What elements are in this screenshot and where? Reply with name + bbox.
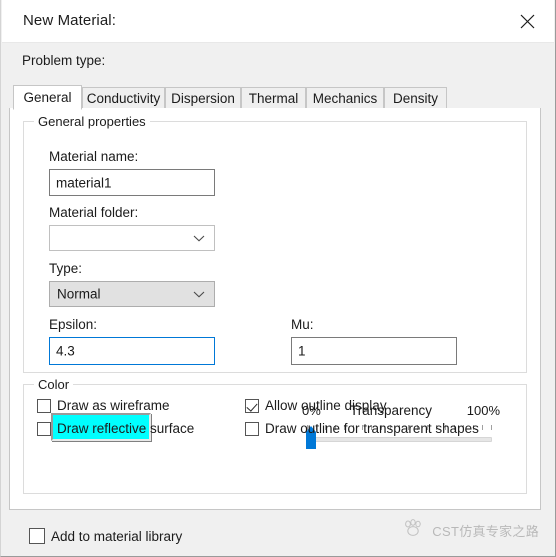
checkbox-box xyxy=(37,398,51,413)
checkbox-box xyxy=(29,528,45,544)
dialog-titlebar: New Material: xyxy=(2,0,554,43)
problem-type-row: Problem type: Default xyxy=(1,43,556,119)
epsilon-label: Epsilon: xyxy=(49,317,98,332)
material-name-value: material1 xyxy=(56,175,112,190)
close-button[interactable] xyxy=(504,0,550,42)
dialog-title: New Material: xyxy=(23,12,116,29)
checkbox-label: Add to material library xyxy=(51,528,183,544)
type-value: Normal xyxy=(57,286,101,302)
chevron-down-icon xyxy=(193,231,205,246)
tab-label: Mechanics xyxy=(312,90,378,106)
checkbox-draw-outline-transparent-shapes[interactable]: Draw outline for transparent shapes xyxy=(245,421,479,436)
tab-dispersion[interactable]: Dispersion xyxy=(165,87,241,109)
tab-label: Thermal xyxy=(248,90,299,106)
epsilon-input[interactable]: 4.3 xyxy=(49,337,215,365)
tab-mechanics[interactable]: Mechanics xyxy=(306,87,384,109)
tab-conductivity[interactable]: Conductivity xyxy=(82,87,165,109)
tick-mark xyxy=(491,425,492,430)
tab-general[interactable]: General xyxy=(13,85,82,110)
checkbox-box xyxy=(245,398,259,413)
type-label: Type: xyxy=(49,261,83,276)
material-folder-label: Material folder: xyxy=(49,205,139,220)
tab-bar: General Conductivity Dispersion Thermal Mech… xyxy=(9,85,541,110)
mu-label: Mu: xyxy=(291,317,314,332)
checkbox-add-to-material-library[interactable]: Add to material library xyxy=(29,528,182,544)
close-icon xyxy=(520,14,535,29)
problem-type-label: Problem type: xyxy=(22,53,106,68)
checkbox-box xyxy=(37,421,51,436)
tab-thermal[interactable]: Thermal xyxy=(241,87,306,109)
tab-label: Density xyxy=(392,90,438,106)
checkbox-label: Draw reflective surface xyxy=(57,421,195,436)
checkbox-draw-reflective-surface[interactable]: Draw reflective surface xyxy=(37,421,194,436)
epsilon-value: 4.3 xyxy=(56,343,75,359)
watermark-text: CST仿真专家之路 xyxy=(432,524,539,539)
material-name-label: Material name: xyxy=(49,149,139,164)
tab-density[interactable]: Density xyxy=(384,87,447,109)
checkbox-label: Draw outline for transparent shapes xyxy=(265,421,479,436)
checkbox-label: Draw as wireframe xyxy=(57,398,170,413)
material-folder-select[interactable] xyxy=(49,225,215,251)
tick-mark xyxy=(482,425,483,430)
chevron-down-icon xyxy=(193,287,205,302)
mu-value: 1 xyxy=(298,343,306,359)
type-select[interactable]: Normal xyxy=(49,281,215,307)
transparency-slider-track[interactable] xyxy=(310,437,492,442)
mu-input[interactable]: 1 xyxy=(291,337,457,365)
new-material-dialog: New Material: Problem type: Default Gene… xyxy=(0,0,556,557)
tab-label: General xyxy=(23,90,72,105)
tab-panel-general: General properties Material name: materi… xyxy=(9,108,541,510)
checkbox-draw-as-wireframe[interactable]: Draw as wireframe xyxy=(37,398,170,413)
checkbox-label: Allow outline display xyxy=(265,398,387,413)
checkbox-box xyxy=(245,421,259,436)
color-group-title: Color xyxy=(34,377,74,392)
watermark: CST仿真专家之路 xyxy=(403,519,539,542)
checkbox-allow-outline-display[interactable]: Allow outline display xyxy=(245,398,387,413)
paw-logo-icon xyxy=(403,519,425,542)
tab-label: Conductivity xyxy=(86,90,161,106)
tab-label: Dispersion xyxy=(171,90,235,106)
material-name-input[interactable]: material1 xyxy=(49,169,215,196)
transparency-max-label: 100% xyxy=(466,403,500,418)
general-properties-group: General properties Material name: materi… xyxy=(23,114,527,373)
general-properties-group-title: General properties xyxy=(34,114,150,129)
